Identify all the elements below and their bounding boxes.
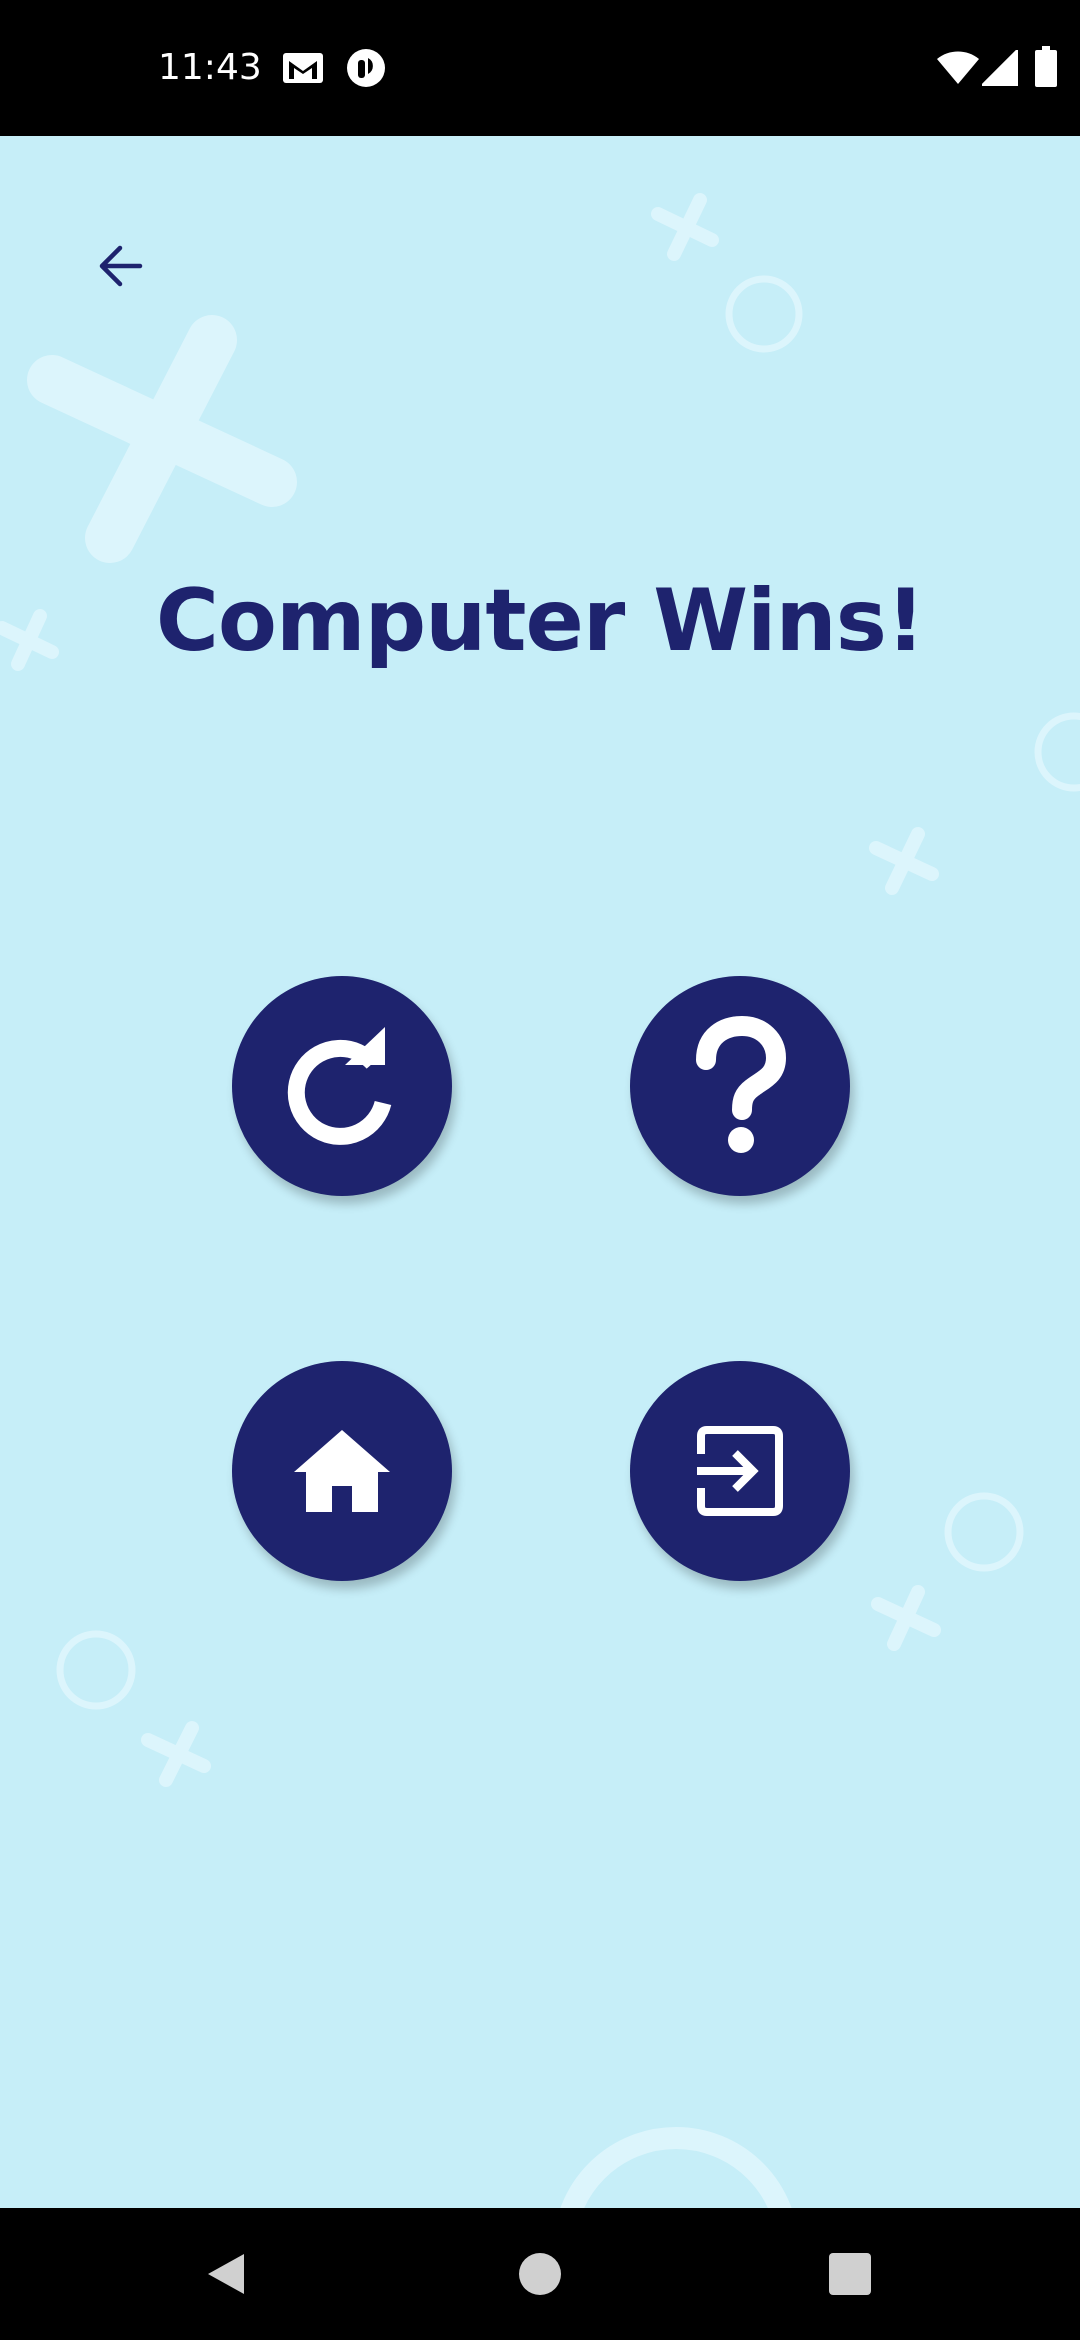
exit-icon: [697, 1426, 783, 1516]
status-bar: 11:43: [0, 0, 1080, 136]
nav-back-icon: [208, 2254, 244, 2294]
nav-back-button[interactable]: [178, 2226, 274, 2322]
home-icon: [294, 1430, 390, 1512]
wifi-icon: [937, 51, 979, 84]
nav-recents-icon: [829, 2253, 871, 2295]
app-notification-icon: [347, 49, 385, 87]
back-button[interactable]: [80, 226, 160, 306]
question-mark-icon: [696, 1016, 787, 1153]
arrow-left-icon: [99, 245, 143, 287]
nav-home-icon: [519, 2253, 561, 2295]
redo-icon: [287, 1027, 392, 1145]
background-decoration: [0, 193, 1080, 2208]
nav-home-button[interactable]: [492, 2226, 588, 2322]
home-button[interactable]: [232, 1361, 452, 1581]
navigation-bar: [0, 2208, 1080, 2340]
page-title: Computer Wins!: [155, 571, 925, 671]
app-screen: Computer Wins!: [0, 136, 1080, 2208]
battery-icon: [1035, 46, 1057, 87]
help-button[interactable]: [630, 976, 850, 1196]
status-time: 11:43: [158, 47, 262, 88]
restart-button[interactable]: [232, 976, 452, 1196]
gmail-icon: [283, 53, 323, 83]
cell-signal-icon: [982, 50, 1018, 86]
exit-button[interactable]: [630, 1361, 850, 1581]
nav-recents-button[interactable]: [802, 2226, 898, 2322]
